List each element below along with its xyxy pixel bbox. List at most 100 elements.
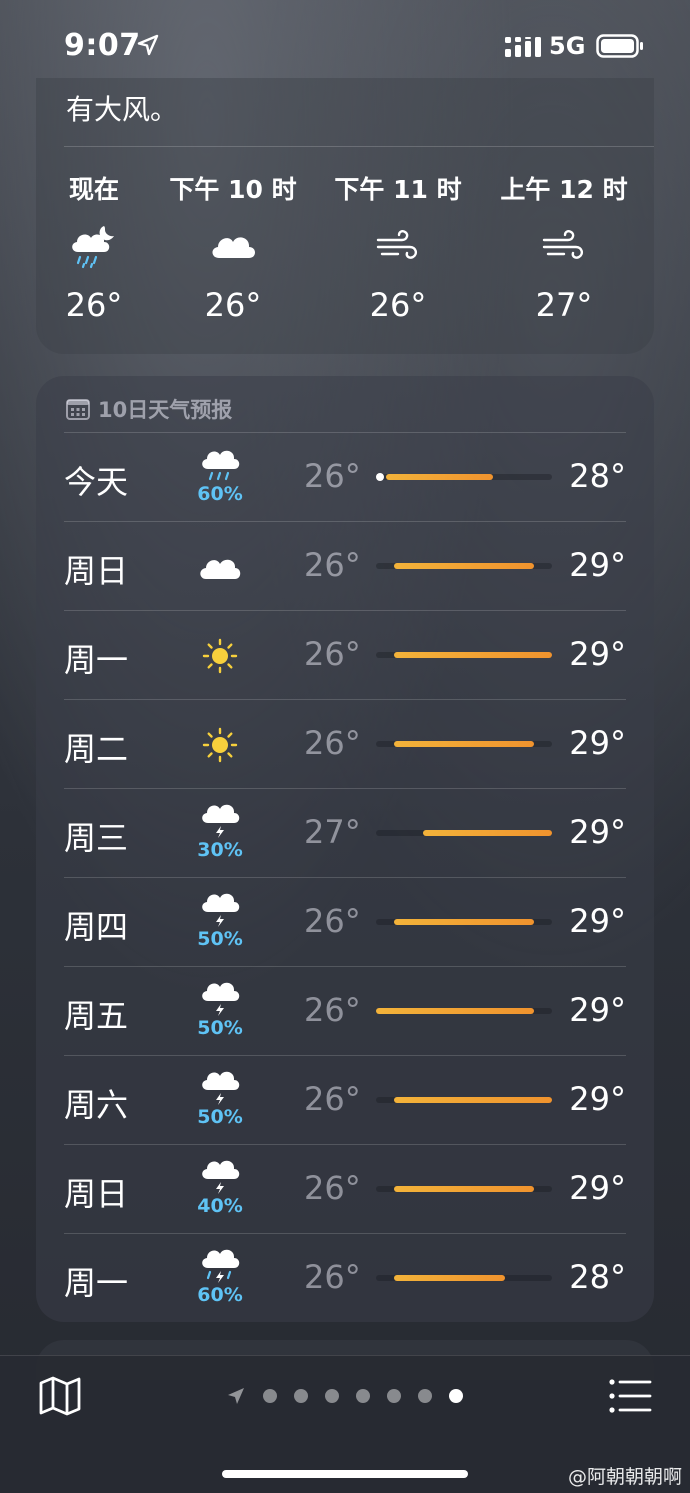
page-dot[interactable] [418, 1389, 432, 1403]
page-dot[interactable] [449, 1389, 463, 1403]
day-row[interactable]: 周四 50% 26° 29° [64, 877, 626, 967]
page-dot[interactable] [263, 1389, 277, 1403]
temp-range-fill [393, 1186, 535, 1192]
hour-label: 下午 11 时 [334, 175, 462, 204]
cloud-bolt-icon [202, 893, 240, 927]
day-label: 今天 [64, 463, 129, 501]
day-label: 周三 [64, 819, 129, 857]
cloud-icon [200, 559, 241, 579]
list-icon[interactable] [608, 1378, 652, 1414]
page-dot[interactable] [325, 1389, 339, 1403]
hour-label: 现在 [68, 175, 119, 204]
temp-range-fill [393, 919, 535, 925]
temp-range-bar [376, 1275, 552, 1281]
day-row[interactable]: 周日 26° 29° [64, 521, 626, 611]
hour-column: 现在 26° [24, 170, 164, 324]
day-weather: 50% [192, 888, 248, 958]
cloud-bolt-icon [202, 804, 240, 838]
ten-day-forecast-card[interactable]: 10日天气预报 今天 60% 26° 28° 周日 26° 29° 周一 26° 29° 周二 26°… [36, 376, 654, 1322]
high-temp: 29° [569, 813, 626, 851]
high-temp: 28° [569, 457, 626, 495]
high-temp: 29° [569, 546, 626, 584]
home-indicator[interactable] [222, 1470, 468, 1478]
temp-range-bar [376, 1097, 552, 1103]
day-weather: 60% [192, 1244, 248, 1314]
hour-column: 下午 11 时 26° [328, 170, 468, 324]
divider [64, 146, 654, 147]
precip-chance: 50% [197, 928, 243, 950]
cloud-bolt-icon [202, 1071, 240, 1105]
partly-cloudy-night-rain-icon [72, 226, 114, 269]
hour-label: 上午 12 时 [500, 175, 628, 204]
day-row[interactable]: 周五 50% 26° 29° [64, 966, 626, 1056]
cloud-icon [212, 237, 255, 258]
day-row[interactable]: 周六 50% 26° 29° [64, 1055, 626, 1145]
day-weather: 50% [192, 1066, 248, 1136]
calendar-icon [66, 399, 90, 420]
cloud-rain-icon [202, 450, 240, 481]
temp-range-fill [376, 1008, 535, 1014]
sun-icon [202, 638, 238, 674]
ten-day-header: 10日天气预报 [66, 394, 232, 424]
low-temp: 27° [304, 813, 361, 851]
location-arrow-icon [137, 34, 159, 56]
page-dot[interactable] [387, 1389, 401, 1403]
temp-range-fill [393, 1275, 506, 1281]
temp-range-fill [393, 741, 535, 747]
low-temp: 26° [304, 902, 361, 940]
day-row[interactable]: 周一 60% 26° 28° [64, 1233, 626, 1323]
ten-day-title: 10日天气预报 [98, 398, 233, 422]
watermark-text: @阿朝朝朝啊 [567, 1466, 682, 1488]
day-label: 周五 [64, 997, 129, 1035]
precip-chance: 60% [197, 1284, 243, 1306]
day-weather: 40% [192, 1155, 248, 1225]
low-temp: 26° [304, 457, 361, 495]
sun-icon [202, 727, 238, 763]
precip-chance: 50% [197, 1106, 243, 1128]
hour-temp: 26° [204, 286, 262, 324]
low-temp: 26° [304, 635, 361, 673]
day-weather [192, 621, 248, 691]
day-row[interactable]: 周二 26° 29° [64, 699, 626, 789]
map-icon[interactable] [38, 1376, 82, 1416]
day-label: 周日 [64, 552, 129, 590]
high-temp: 29° [569, 991, 626, 1029]
cloud-bolt-rain-icon [202, 1249, 240, 1283]
weather-summary-text: 有大风。 [66, 93, 179, 126]
low-temp: 26° [304, 1169, 361, 1207]
page-dot[interactable] [356, 1389, 370, 1403]
page-indicator[interactable] [226, 1384, 463, 1408]
temp-range-bar [376, 919, 552, 925]
low-temp: 26° [304, 724, 361, 762]
status-bar: 9:07 5G [0, 0, 690, 90]
day-label: 周二 [64, 730, 129, 768]
cloud-bolt-icon [202, 982, 240, 1016]
hour-label: 下午 10 时 [169, 175, 297, 204]
day-label: 周四 [64, 908, 129, 946]
day-label: 周一 [64, 1264, 129, 1302]
low-temp: 26° [304, 991, 361, 1029]
hourly-forecast-card[interactable]: 有大风。 现在 26° 下午 10 时 26° 下午 11 时 26° 上午 1… [36, 78, 654, 354]
high-temp: 28° [569, 1258, 626, 1296]
temp-range-fill [393, 563, 535, 569]
day-row[interactable]: 周三 30% 27° 29° [64, 788, 626, 878]
battery-icon [596, 34, 643, 58]
day-weather: 60% [192, 443, 248, 513]
hour-temp: 26° [65, 286, 123, 324]
precip-chance: 30% [197, 839, 243, 861]
day-row[interactable]: 周日 40% 26° 29° [64, 1144, 626, 1234]
location-arrow-icon [228, 1388, 244, 1404]
high-temp: 29° [569, 724, 626, 762]
day-row[interactable]: 今天 60% 26° 28° [64, 432, 626, 522]
temp-range-bar [376, 563, 552, 569]
day-weather [192, 710, 248, 780]
page-dot[interactable] [294, 1389, 308, 1403]
hour-temp: 27° [535, 286, 593, 324]
hour-column: 上午 12 时 27° [494, 170, 634, 324]
temp-range-fill [386, 474, 494, 480]
day-label: 周一 [64, 641, 129, 679]
day-row[interactable]: 周一 26° 29° [64, 610, 626, 700]
cellular-signal-icon [505, 37, 541, 57]
status-time: 9:07 [64, 28, 141, 63]
day-weather [192, 532, 248, 602]
